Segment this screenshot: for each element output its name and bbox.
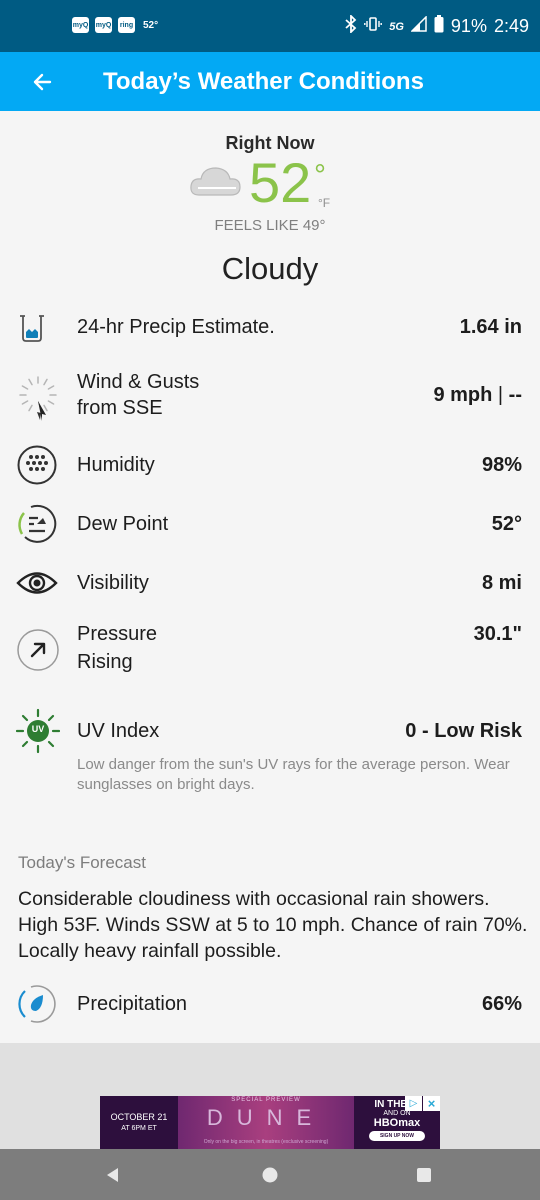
- dew-point-icon: [16, 504, 58, 549]
- weather-content: Right Now 52 ° °F FEELS LIKE 49° Cloudy …: [0, 111, 540, 1043]
- app-bar: Today’s Weather Conditions: [0, 52, 540, 111]
- bluetooth-icon: [345, 13, 357, 38]
- circle-home-icon: [262, 1167, 278, 1182]
- detail-value: 1.64 in: [459, 316, 522, 338]
- system-status: 5G 91% 2:49: [345, 13, 529, 38]
- clock: 2:49: [493, 16, 529, 36]
- battery-percent: 91%: [450, 16, 487, 36]
- precip-drop-icon: [16, 984, 58, 1029]
- back-button[interactable]: [24, 64, 60, 100]
- detail-value: 98%: [481, 454, 522, 476]
- current-temperature: 52: [249, 151, 312, 214]
- precipitation-label: Precipitation: [77, 993, 188, 1015]
- eye-icon: [16, 568, 58, 603]
- detail-label: Visibility: [77, 572, 149, 594]
- vibrate-icon: [364, 16, 383, 37]
- detail-value: 30.1": [473, 623, 522, 645]
- ad-movie-title: DUNE: [206, 1105, 326, 1130]
- forecast-heading: Today's Forecast: [18, 853, 146, 872]
- cloud-icon: [189, 162, 243, 203]
- ad-fine-print: Only on the big screen, in theatres (exc…: [203, 1139, 329, 1145]
- detail-label: Humidity: [77, 454, 155, 476]
- degree-symbol: °: [314, 159, 326, 192]
- precipitation-row: Precipitation 66%: [0, 984, 540, 1024]
- detail-value: 52°: [491, 513, 522, 535]
- wind-speed: 9 mph: [433, 384, 493, 406]
- status-bar: myQ myQ ring 52° 5G 91% 2:49: [0, 0, 540, 52]
- detail-label: Dew Point: [77, 513, 169, 535]
- adchoices-icon[interactable]: ▷: [405, 1096, 422, 1111]
- detail-value: 8 mi: [481, 572, 522, 594]
- notification-temperature: 52°: [143, 19, 159, 31]
- humidity-icon: [16, 445, 58, 490]
- detail-label: Wind & Gusts: [77, 371, 200, 393]
- ad-signup-button[interactable]: SIGN UP NOW: [369, 1131, 425, 1141]
- forecast-text: Considerable cloudiness with occasional …: [18, 888, 528, 962]
- uv-index-row: UV UV Index 0 - Low Risk: [0, 708, 540, 754]
- condition-text: Cloudy: [221, 251, 319, 286]
- uv-icon-text: UV: [31, 724, 45, 734]
- pressure-arrow-icon: [16, 628, 60, 677]
- precip-estimate-row: 24-hr Precip Estimate. 1.64 in: [0, 312, 540, 342]
- wind-dial-icon: [16, 373, 60, 428]
- temperature-unit: °F: [318, 196, 331, 210]
- ad-area: OCTOBER 21 AT 6PM ET SPECIAL PREVIEW DUN…: [0, 1043, 540, 1149]
- ring-notification-icon: ring: [118, 17, 135, 33]
- ad-banner[interactable]: OCTOBER 21 AT 6PM ET SPECIAL PREVIEW DUN…: [100, 1096, 440, 1149]
- feels-like: FEELS LIKE 49°: [214, 217, 326, 234]
- dew-point-row: Dew Point 52°: [0, 504, 540, 544]
- precipitation-value: 66%: [481, 993, 522, 1015]
- square-recents-icon: [417, 1167, 431, 1182]
- detail-label: UV Index: [77, 720, 160, 742]
- ad-date: OCTOBER 21: [110, 1111, 168, 1122]
- uv-description: Low danger from the sun's UV rays for th…: [77, 756, 510, 793]
- detail-label: Pressure: [77, 623, 158, 645]
- ad-cta-panel: IN THEAT AND ON HBOmax SIGN UP NOW ▷ ×: [354, 1096, 440, 1149]
- battery-icon: [434, 15, 444, 38]
- wind-divider: |: [492, 384, 509, 406]
- visibility-row: Visibility 8 mi: [0, 563, 540, 603]
- ad-time: AT 6PM ET: [121, 1124, 157, 1132]
- ad-title-panel: SPECIAL PREVIEW DUNE Only on the big scr…: [178, 1096, 354, 1149]
- signal-icon: [410, 15, 427, 37]
- close-icon[interactable]: ×: [423, 1096, 440, 1111]
- back-arrow-icon: [33, 73, 52, 91]
- detail-label: 24-hr Precip Estimate.: [77, 316, 275, 338]
- precip-cup-icon: [16, 312, 48, 349]
- wind-value: 9 mph | --: [433, 382, 522, 408]
- detail-sublabel: from SSE: [77, 397, 163, 419]
- myq-notification-icon: myQ: [95, 17, 112, 33]
- nav-home-button[interactable]: [240, 1149, 300, 1200]
- wind-row: Wind & Gusts from SSE 9 mph | --: [0, 369, 540, 425]
- page-title: Today’s Weather Conditions: [103, 68, 424, 95]
- system-navigation-bar: [0, 1149, 540, 1200]
- ad-date-panel: OCTOBER 21 AT 6PM ET: [100, 1096, 178, 1149]
- myq-notification-icon: myQ: [72, 17, 89, 33]
- wind-gusts: --: [508, 384, 522, 406]
- network-type: 5G: [389, 20, 404, 33]
- pressure-row: Pressure Rising 30.1": [0, 621, 540, 677]
- triangle-back-icon: [107, 1167, 118, 1182]
- detail-sublabel: Rising: [77, 651, 133, 673]
- nav-recents-button[interactable]: [394, 1149, 454, 1200]
- ad-preview-label: SPECIAL PREVIEW: [231, 1097, 301, 1103]
- ad-hbomax-logo: HBOmax: [373, 1117, 421, 1129]
- notification-icons: myQ myQ ring 52°: [72, 17, 158, 33]
- ad-cta-line2: AND ON: [383, 1110, 411, 1117]
- detail-value: 0 - Low Risk: [405, 720, 522, 742]
- nav-back-button[interactable]: [83, 1149, 143, 1200]
- humidity-row: Humidity 98%: [0, 445, 540, 485]
